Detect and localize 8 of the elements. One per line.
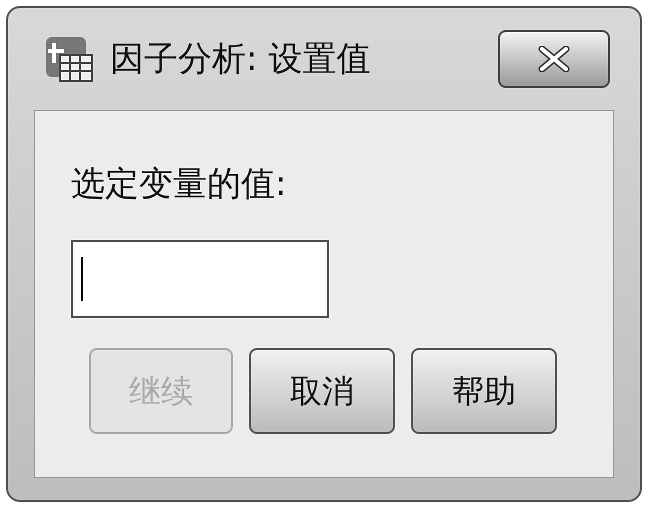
close-icon [536,46,572,72]
field-label: 选定变量的值: [71,163,288,206]
dialog-button[interactable]: 帮助 [411,348,557,434]
text-cursor [81,257,83,301]
close-button[interactable] [498,30,610,88]
value-field[interactable] [71,240,329,318]
dialog-button[interactable]: 取消 [249,348,395,434]
window-title: 因子分析: 设置值 [110,38,370,80]
